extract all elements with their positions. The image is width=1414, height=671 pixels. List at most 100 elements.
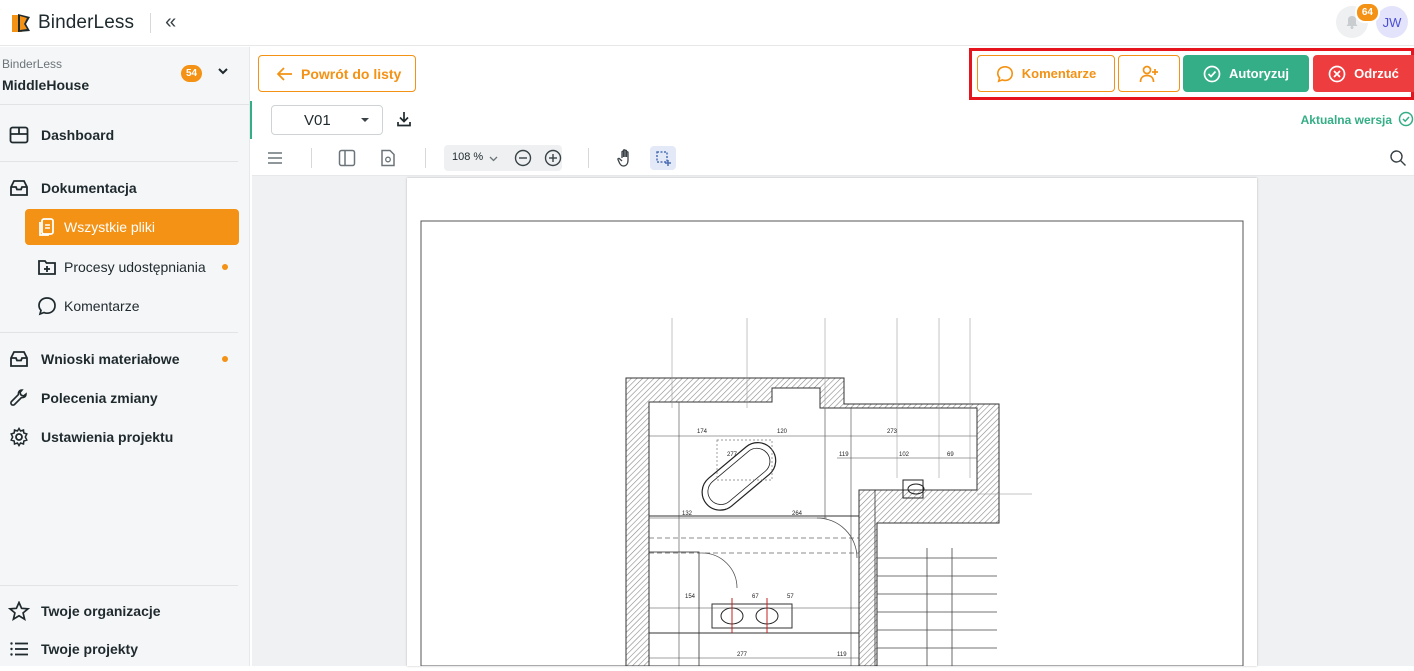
authorize-button-label: Autoryzuj xyxy=(1229,66,1289,81)
binderless-logo-icon xyxy=(12,13,30,32)
comments-button-label: Komentarze xyxy=(1021,66,1097,81)
svg-text:120: 120 xyxy=(777,429,788,435)
svg-text:69: 69 xyxy=(947,452,954,458)
comments-button[interactable]: Komentarze xyxy=(977,55,1115,92)
sidebar-item-comments[interactable]: Komentarze xyxy=(0,287,250,325)
notifications-badge: 64 xyxy=(1354,2,1380,23)
hand-pan-icon[interactable] xyxy=(614,146,638,170)
caret-down-icon xyxy=(361,118,369,122)
app-name: BinderLess xyxy=(38,11,135,33)
unread-dot xyxy=(222,356,228,362)
check-circle-icon xyxy=(1398,111,1414,127)
org-name: BinderLess xyxy=(2,57,63,71)
user-avatar[interactable]: JW xyxy=(1376,6,1408,38)
divider xyxy=(588,148,589,168)
search-icon[interactable] xyxy=(1386,146,1410,170)
sidebar-item-sharing-processes[interactable]: Procesy udostępniania xyxy=(0,248,250,286)
app-logo[interactable]: BinderLess xyxy=(10,12,134,34)
version-select[interactable]: V01 xyxy=(271,105,383,135)
collapse-sidebar-icon[interactable]: « xyxy=(165,11,176,34)
sidebar-item-label: Wszystkie pliki xyxy=(64,219,156,235)
sidebar-item-label: Polecenia zmiany xyxy=(41,390,158,406)
divider xyxy=(0,161,238,162)
svg-text:67: 67 xyxy=(752,594,759,600)
project-name: MiddleHouse xyxy=(2,77,90,93)
reject-button[interactable]: Odrzuć xyxy=(1313,55,1414,92)
sidebar-item-project-settings[interactable]: Ustawienia projektu xyxy=(0,418,250,456)
sidebar-item-organizations[interactable]: Twoje organizacje xyxy=(0,592,250,630)
zoom-in-icon[interactable] xyxy=(542,146,564,170)
zoom-out-icon[interactable] xyxy=(512,146,534,170)
zoom-value[interactable]: 108 % xyxy=(452,151,483,163)
divider xyxy=(0,332,238,333)
files-icon xyxy=(36,216,58,238)
sidebar-item-dashboard[interactable]: Dashboard xyxy=(0,116,250,154)
svg-text:264: 264 xyxy=(792,511,803,517)
x-circle-icon xyxy=(1328,65,1346,82)
sidebar-item-label: Procesy udostępniania xyxy=(64,259,206,275)
area-select-icon[interactable] xyxy=(650,146,676,170)
chevron-down-icon[interactable] xyxy=(486,146,500,170)
authorize-button[interactable]: Autoryzuj xyxy=(1183,55,1309,92)
share-process-icon xyxy=(36,256,58,278)
material-requests-icon xyxy=(8,348,30,370)
current-version-label: Aktualna wersja xyxy=(1300,113,1392,127)
chevron-down-icon[interactable] xyxy=(216,64,230,78)
svg-text:154: 154 xyxy=(685,594,696,600)
svg-text:277: 277 xyxy=(727,452,738,458)
sidebar-item-label: Twoje organizacje xyxy=(41,603,161,619)
divider xyxy=(0,585,238,586)
inbox-icon xyxy=(8,177,30,199)
sidebar-item-change-orders[interactable]: Polecenia zmiany xyxy=(0,379,250,417)
svg-text:102: 102 xyxy=(899,452,910,458)
svg-text:119: 119 xyxy=(839,452,849,458)
sidebar-item-label: Dashboard xyxy=(41,127,115,143)
sidebar: BinderLess MiddleHouse 54 Dashboard Doku… xyxy=(0,47,250,666)
sidebar-panel-icon[interactable] xyxy=(335,146,359,170)
reject-button-label: Odrzuć xyxy=(1354,66,1399,81)
add-user-button[interactable] xyxy=(1118,55,1180,92)
list-icon xyxy=(8,638,30,660)
add-user-icon xyxy=(1139,65,1158,82)
version-value: V01 xyxy=(304,111,331,129)
comment-icon xyxy=(996,65,1013,83)
viewer-toolbar: 108 % xyxy=(252,140,1414,176)
floor-plan-drawing: 174 120 273 277 119 102 69 132 264 154 67 57 277… xyxy=(420,220,1244,667)
divider xyxy=(425,148,426,168)
svg-text:277: 277 xyxy=(737,652,748,658)
svg-text:174: 174 xyxy=(697,429,708,435)
divider xyxy=(150,12,152,33)
sidebar-item-label: Ustawienia projektu xyxy=(41,429,174,445)
sidebar-item-documentation[interactable]: Dokumentacja xyxy=(0,169,250,207)
back-to-list-label: Powrót do listy xyxy=(301,65,402,82)
sidebar-item-label: Wnioski materiałowe xyxy=(41,351,180,367)
sidebar-item-label: Dokumentacja xyxy=(41,180,137,196)
svg-text:132: 132 xyxy=(682,511,693,517)
file-search-icon[interactable] xyxy=(376,146,400,170)
svg-text:57: 57 xyxy=(787,594,794,600)
unread-dot xyxy=(222,264,228,270)
document-page[interactable]: 174 120 273 277 119 102 69 132 264 154 67 57 277… xyxy=(407,178,1257,667)
top-bar: BinderLess « 64 JW xyxy=(0,0,1414,46)
svg-text:273: 273 xyxy=(887,429,898,435)
sidebar-item-all-files[interactable]: Wszystkie pliki xyxy=(25,209,239,245)
wrench-icon xyxy=(8,387,30,409)
project-switcher[interactable]: BinderLess MiddleHouse 54 xyxy=(0,47,249,105)
download-icon[interactable] xyxy=(396,111,412,127)
menu-icon[interactable] xyxy=(264,146,286,170)
version-accent xyxy=(250,101,252,139)
project-badge: 54 xyxy=(181,65,203,82)
star-icon xyxy=(8,600,30,622)
sidebar-item-projects[interactable]: Twoje projekty xyxy=(0,630,250,668)
svg-text:119: 119 xyxy=(837,652,847,658)
divider xyxy=(311,148,312,168)
sidebar-item-material-requests[interactable]: Wnioski materiałowe xyxy=(0,340,250,378)
sidebar-item-label: Komentarze xyxy=(64,298,140,314)
gear-icon xyxy=(8,426,30,448)
back-to-list-button[interactable]: Powrót do listy xyxy=(258,55,416,92)
notifications-button[interactable]: 64 xyxy=(1336,2,1380,38)
dashboard-icon xyxy=(8,124,30,146)
check-circle-icon xyxy=(1203,65,1221,82)
sidebar-item-label: Twoje projekty xyxy=(41,641,138,657)
arrow-left-icon xyxy=(277,66,292,81)
